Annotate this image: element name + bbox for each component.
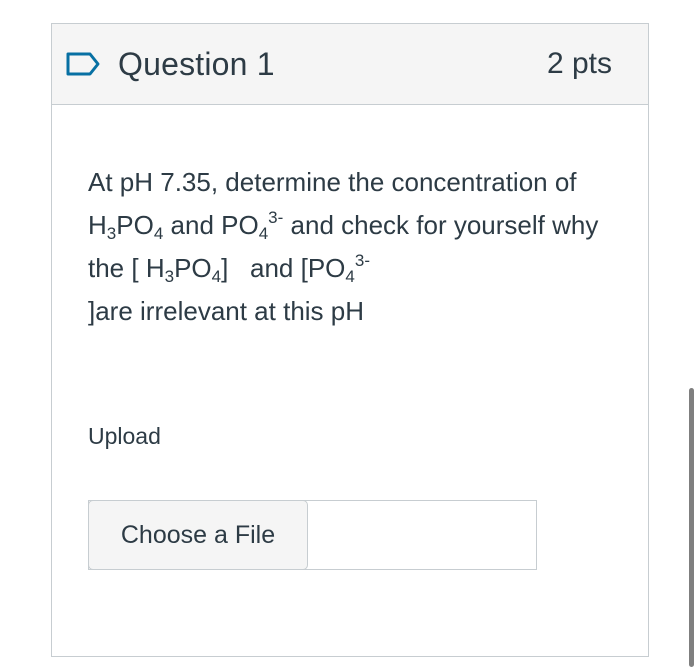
question-text: At pH 7.35, determine the concentration … [88, 161, 608, 333]
question-body: At pH 7.35, determine the concentration … [52, 105, 648, 570]
upload-label: Upload [88, 423, 161, 449]
superscript: 3- [354, 251, 370, 270]
superscript: 3- [268, 208, 284, 227]
question-text-po: PO [116, 210, 154, 240]
question-header: Question 1 2 pts [52, 24, 648, 105]
question-text-tail: ]are irrelevant at this pH [88, 296, 365, 326]
question-title: Question 1 [118, 45, 275, 82]
subscript: 4 [153, 224, 164, 243]
subscript: 3 [106, 224, 117, 243]
subscript: 4 [258, 224, 269, 243]
file-upload-field[interactable]: Choose a File [88, 500, 537, 570]
subscript: 3 [164, 267, 175, 286]
scrollbar-thumb[interactable] [689, 388, 694, 667]
subscript: 4 [211, 267, 222, 286]
file-name-display[interactable] [308, 501, 536, 569]
question-text-bracket: ] and [PO [221, 253, 346, 283]
question-card: Question 1 2 pts At pH 7.35, determine t… [51, 23, 649, 657]
question-text-po: PO [174, 253, 212, 283]
choose-file-button[interactable]: Choose a File [88, 500, 308, 570]
bookmark-flag-icon[interactable] [66, 52, 100, 76]
question-header-left: Question 1 [66, 46, 275, 83]
question-points: 2 pts [546, 47, 612, 80]
subscript: 4 [345, 267, 355, 286]
question-text-and: and PO [163, 210, 259, 240]
